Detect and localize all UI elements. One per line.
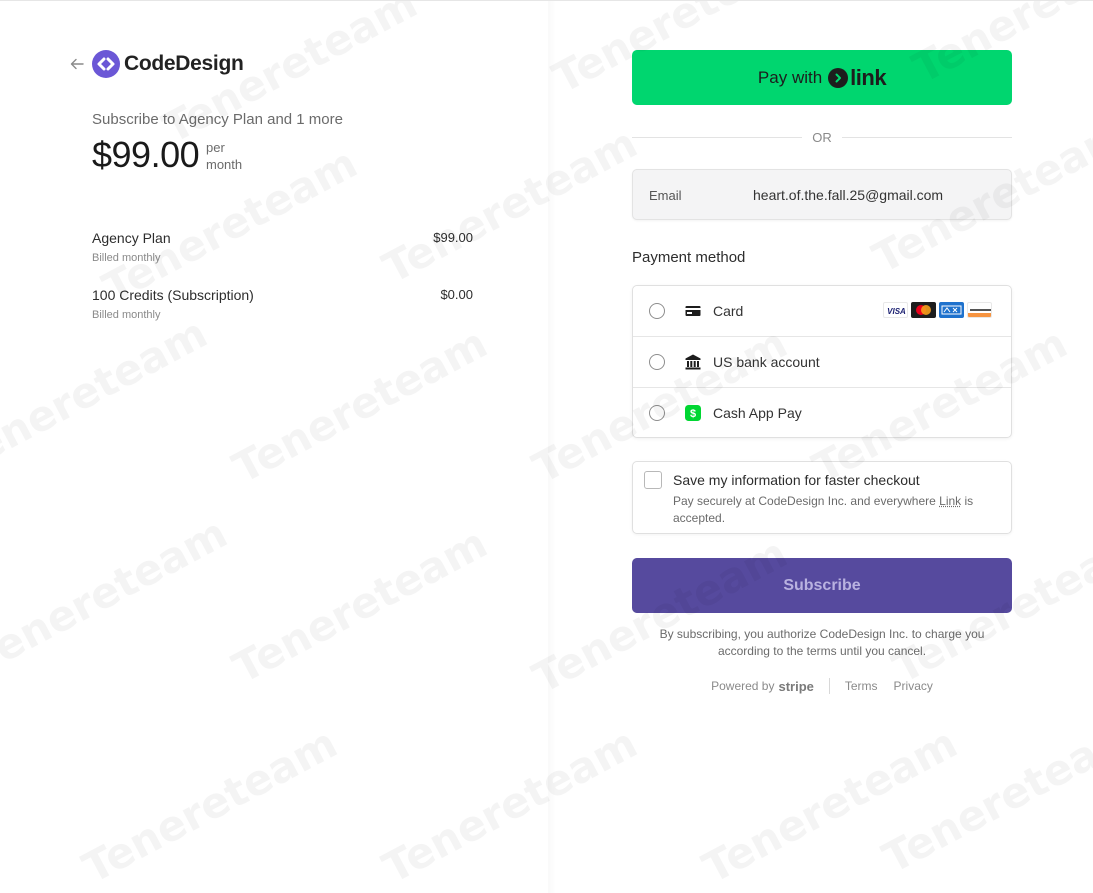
footer-separator xyxy=(829,678,830,694)
svg-text:$: $ xyxy=(690,408,696,420)
payment-option-card[interactable]: Card VISA xyxy=(633,286,1011,337)
amex-logo-icon xyxy=(939,302,964,318)
payment-method-list: Card VISA US bank account $ Cash App Pay xyxy=(632,285,1012,438)
email-field[interactable]: Email heart.of.the.fall.25@gmail.com xyxy=(632,169,1012,220)
payment-option-cash-app[interactable]: $ Cash App Pay xyxy=(633,388,1011,439)
brand-name: CodeDesign xyxy=(124,52,244,76)
pane-divider xyxy=(548,1,556,893)
divider-line xyxy=(632,137,802,138)
stripe-logo: stripe xyxy=(778,679,813,694)
price-period: per month xyxy=(206,139,242,173)
powered-by-label: Powered by xyxy=(711,679,774,693)
card-brand-logos: VISA xyxy=(883,302,992,318)
radio-button[interactable] xyxy=(649,405,665,421)
powered-by-stripe[interactable]: Powered by stripe xyxy=(711,679,814,694)
line-item-agency-plan: Agency Plan $99.00 Billed monthly xyxy=(92,230,473,264)
link-logo: link xyxy=(828,65,886,91)
period-line-2: month xyxy=(206,156,242,173)
credit-card-icon xyxy=(684,302,702,320)
line-item-amount: $0.00 xyxy=(440,287,473,302)
save-info-desc-text: Pay securely at CodeDesign Inc. and ever… xyxy=(673,494,939,508)
total-price: $99.00 xyxy=(92,134,199,176)
line-item-name: 100 Credits (Subscription) xyxy=(92,287,473,303)
legal-text: By subscribing, you authorize CodeDesign… xyxy=(632,626,1012,660)
pay-with-label: Pay with xyxy=(758,68,822,88)
mastercard-logo-icon xyxy=(911,302,936,318)
subscription-title: Subscribe to Agency Plan and 1 more xyxy=(92,111,343,128)
codedesign-logo-icon xyxy=(92,50,120,78)
save-info-title: Save my information for faster checkout xyxy=(673,472,920,488)
chevron-right-icon xyxy=(828,68,848,88)
email-value: heart.of.the.fall.25@gmail.com xyxy=(753,187,943,203)
save-info-description: Pay securely at CodeDesign Inc. and ever… xyxy=(673,493,1003,527)
link-info-link[interactable]: Link xyxy=(939,494,961,508)
line-item-amount: $99.00 xyxy=(433,230,473,245)
payment-option-us-bank[interactable]: US bank account xyxy=(633,337,1011,388)
radio-button[interactable] xyxy=(649,303,665,319)
arrow-left-icon[interactable] xyxy=(68,55,86,73)
payment-option-label: Card xyxy=(713,303,743,319)
link-brand-text: link xyxy=(850,65,886,91)
payment-option-label: US bank account xyxy=(713,354,820,370)
line-item-billing: Billed monthly xyxy=(92,252,473,264)
or-divider: OR xyxy=(632,129,1012,145)
save-info-checkbox[interactable] xyxy=(644,471,662,489)
cash-app-icon: $ xyxy=(684,404,702,422)
subscribe-button[interactable]: Subscribe xyxy=(632,558,1012,613)
bank-icon xyxy=(684,353,702,371)
line-item-name: Agency Plan xyxy=(92,230,473,246)
privacy-link[interactable]: Privacy xyxy=(894,679,933,693)
footer: Powered by stripe Terms Privacy xyxy=(632,677,1012,695)
order-summary-pane xyxy=(0,1,548,893)
line-item-credits: 100 Credits (Subscription) $0.00 Billed … xyxy=(92,287,473,321)
line-item-billing: Billed monthly xyxy=(92,309,473,321)
terms-link[interactable]: Terms xyxy=(845,679,878,693)
pay-with-link-button[interactable]: Pay with link xyxy=(632,50,1012,105)
save-info-panel: Save my information for faster checkout … xyxy=(632,461,1012,534)
or-text: OR xyxy=(802,130,842,145)
payment-option-label: Cash App Pay xyxy=(713,405,802,421)
visa-logo-icon: VISA xyxy=(883,302,908,318)
radio-button[interactable] xyxy=(649,354,665,370)
discover-logo-icon xyxy=(967,302,992,318)
divider-line xyxy=(842,137,1012,138)
email-label: Email xyxy=(649,188,682,203)
payment-method-title: Payment method xyxy=(632,249,745,266)
svg-text:VISA: VISA xyxy=(887,307,906,316)
period-line-1: per xyxy=(206,139,242,156)
